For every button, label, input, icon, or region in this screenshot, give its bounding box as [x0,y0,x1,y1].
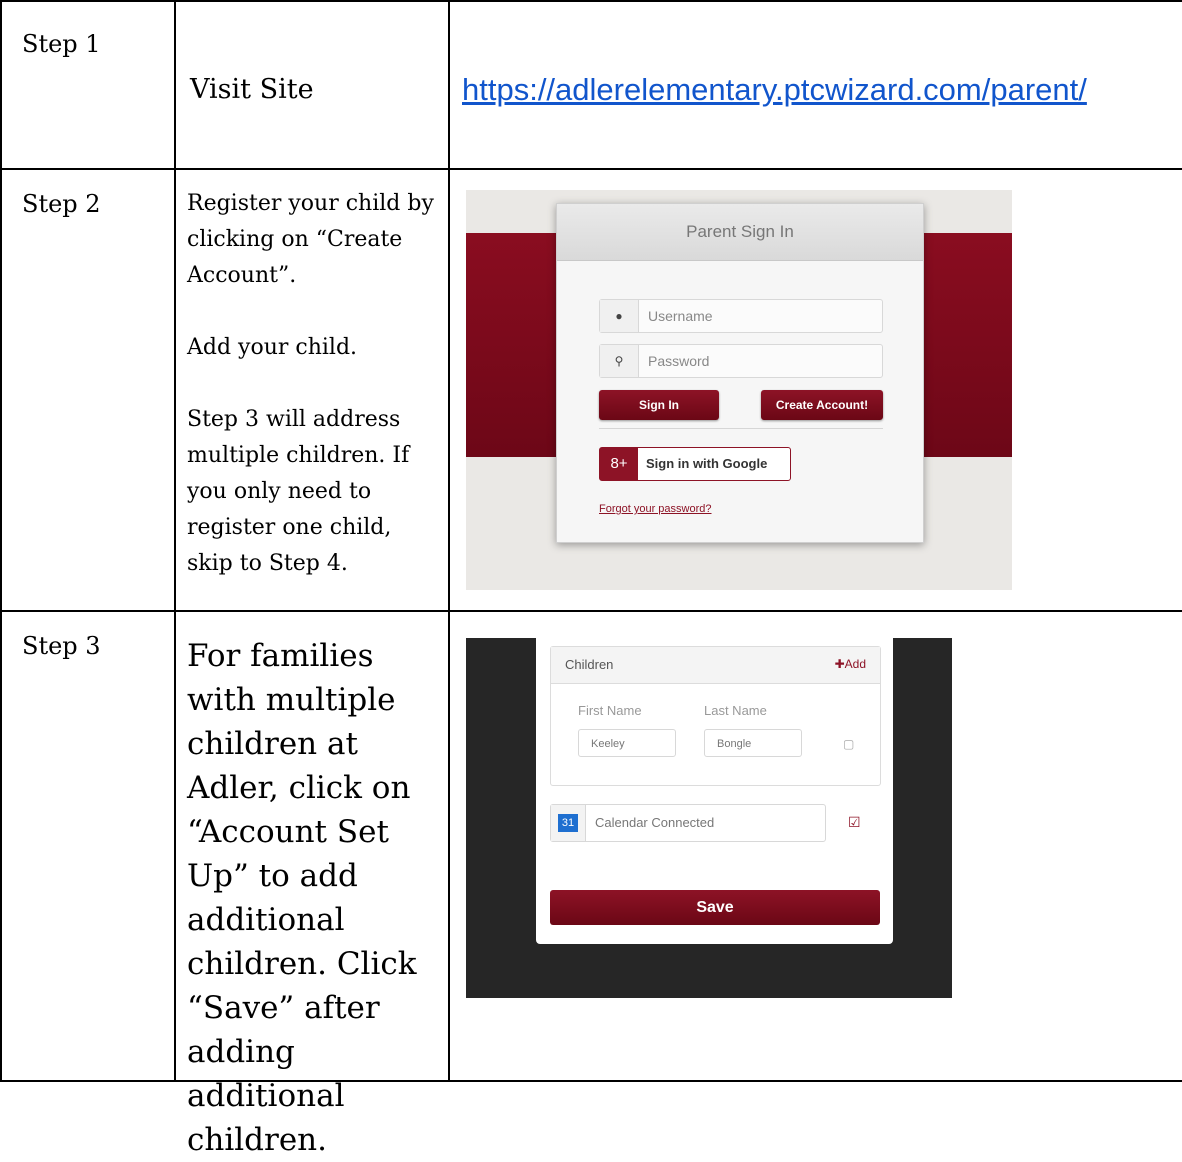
visit-site-text: Visit Site [190,74,314,105]
step-2-paragraph: Register your child by clicking on “Crea… [187,191,434,288]
calendar-day: 31 [558,814,578,832]
parent-site-link[interactable]: https://adlerelementary.ptcwizard.com/pa… [462,72,1087,108]
last-name-input[interactable]: Bongle [704,729,802,757]
trash-icon[interactable]: ▢ [843,737,854,751]
user-icon: ● [600,300,639,332]
google-plus-icon: 8+ [600,448,638,480]
google-signin-button[interactable]: 8+ Sign in with Google [599,447,791,481]
step-2-paragraph: Add your child. [187,335,358,360]
children-title: Children [565,657,614,672]
password-field[interactable]: ⚲ Password [599,344,883,378]
calendar-label: Calendar Connected [595,815,715,830]
step-1-cell: Step 1 [0,0,176,170]
username-field[interactable]: ● Username [599,299,883,333]
step-1-row: Step 1 Visit Site https://adlerelementar… [0,0,1182,170]
google-signin-label: Sign in with Google [646,456,768,471]
divider [599,428,883,429]
calendar-icon: 31 [551,805,586,841]
last-name-label: Last Name [704,703,767,718]
step-2-cell: Step 2 [0,168,176,612]
step-1-label: Step 1 [22,30,101,58]
add-child-button[interactable]: ✚Add [835,657,866,671]
forgot-password-link[interactable]: Forgot your password? [599,503,712,515]
step-3-cell: Step 3 [0,610,176,1082]
step-3-label: Step 3 [22,632,101,660]
add-label: Add [844,657,866,671]
step-3-description: For families with multiple children at A… [187,638,417,1158]
login-card: Parent Sign In ● Username ⚲ Password Sig… [556,203,924,543]
first-name-input[interactable]: Keeley [578,729,676,757]
signin-screenshot: Parent Sign In ● Username ⚲ Password Sig… [466,190,1012,590]
step-1-url-cell: https://adlerelementary.ptcwizard.com/pa… [448,0,1182,170]
step-1-desc-cell: Visit Site [174,0,450,170]
children-panel: Children ✚Add First Name Last Name Keele… [536,638,893,944]
password-placeholder: Password [648,353,710,369]
sign-in-button[interactable]: Sign In [599,390,719,420]
step-2-paragraph: Step 3 will address multiple children. I… [187,407,410,576]
username-placeholder: Username [648,308,713,324]
first-name-label: First Name [578,703,642,718]
calendar-field[interactable]: 31 Calendar Connected [550,804,826,842]
plus-icon: ✚ [834,657,845,671]
key-icon: ⚲ [600,345,639,377]
create-account-button[interactable]: Create Account! [761,390,883,420]
login-title: Parent Sign In [557,204,923,261]
save-button[interactable]: Save [550,890,880,925]
checkbox-icon[interactable]: ☑ [848,814,861,831]
step-2-description: Register your child by clicking on “Crea… [187,186,437,582]
children-screenshot: Children ✚Add First Name Last Name Keele… [466,638,952,998]
children-box: Children ✚Add First Name Last Name Keele… [550,646,881,786]
step-2-label: Step 2 [22,190,101,218]
